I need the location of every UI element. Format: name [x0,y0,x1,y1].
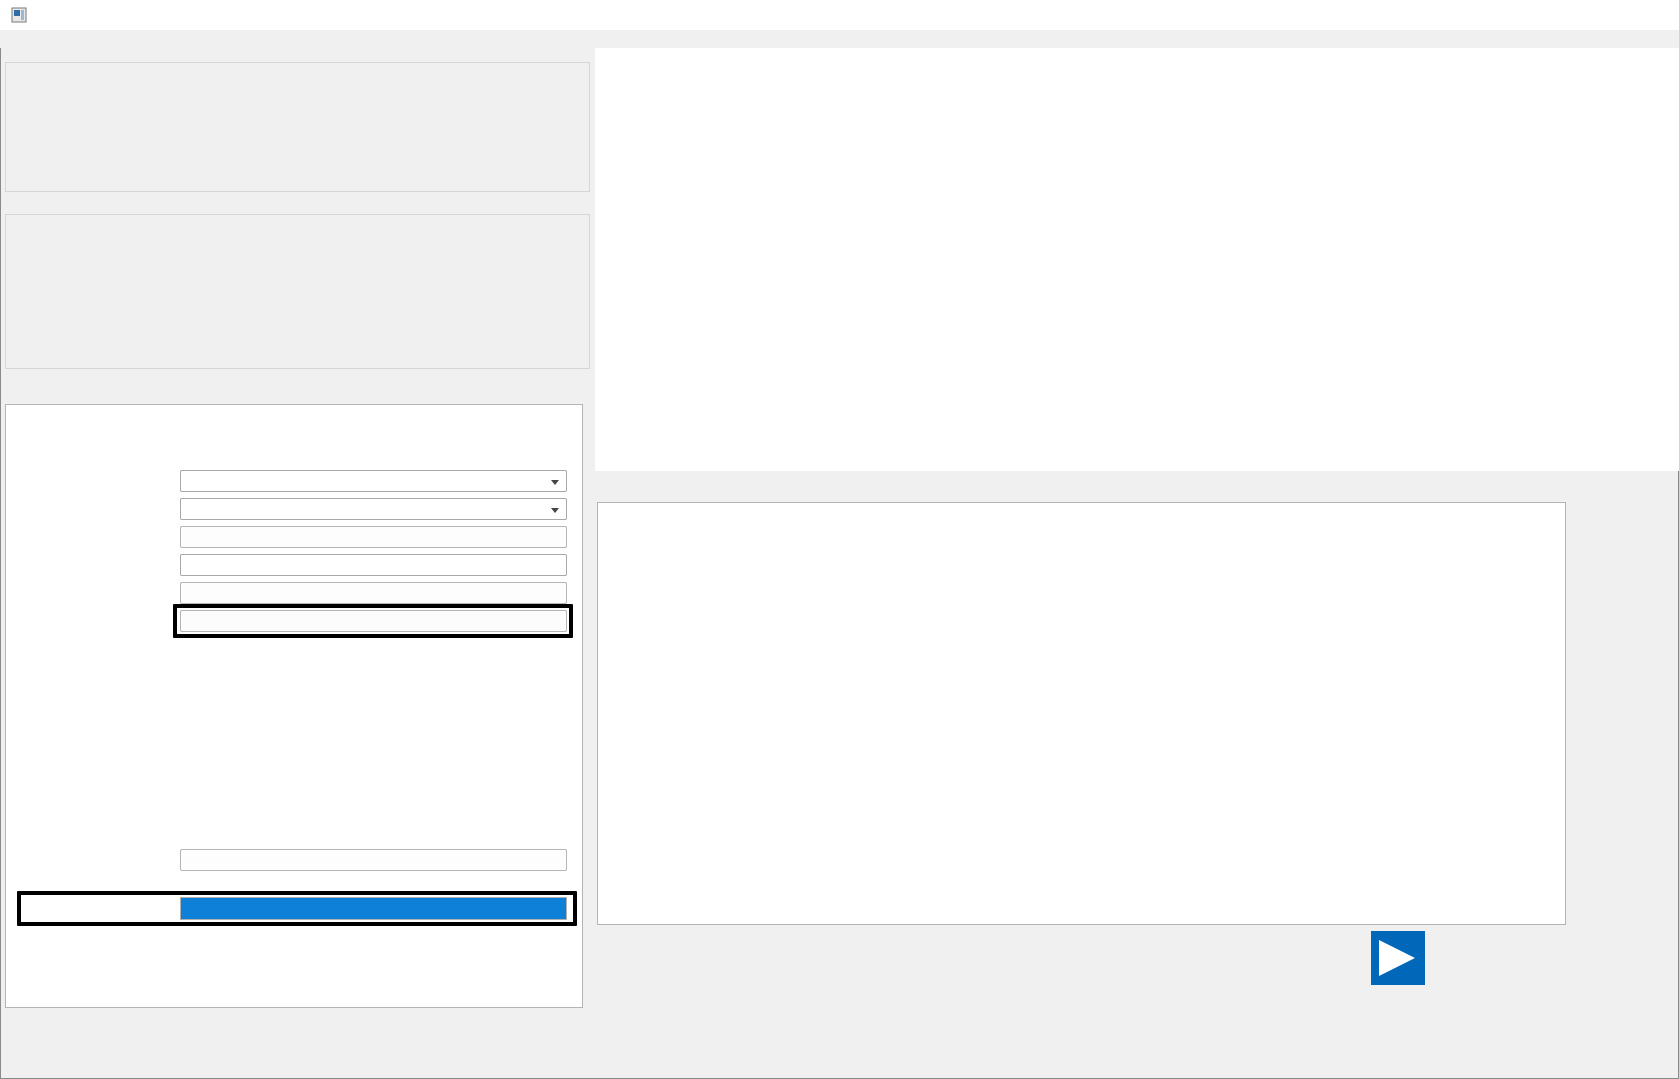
maximize-button[interactable] [1587,0,1633,30]
gmp-order-slider[interactable] [180,745,567,761]
coeff-count-slider[interactable] [180,686,567,702]
menubar [0,30,1679,48]
chevron-down-icon [551,508,559,513]
chevron-down-icon [551,480,559,485]
analog-devices-logo [1371,931,1567,991]
app-window [0,0,1679,1079]
titlebar [0,0,1679,30]
pa-response-plots-canvas [598,503,1565,924]
generate-feature-filter-button[interactable] [180,526,567,548]
group-pa-response [5,214,590,369]
app-icon [11,7,27,23]
block-diagram [595,48,1679,471]
adi-logo-icon [1371,931,1425,985]
group-data-import-export [5,62,590,192]
model-sweep-progressbar [180,897,567,920]
model-lib-browse-button[interactable] [180,582,567,604]
sort-dpd-models-button[interactable] [180,610,567,632]
close-button[interactable] [1633,0,1679,30]
feature-bw-select[interactable] [180,498,567,520]
minimize-button[interactable] [1541,0,1587,30]
generate-dpd-models-button[interactable] [180,849,567,871]
plot-panel [597,502,1566,925]
actuator-rate-select[interactable] [180,470,567,492]
progressbar-fill [181,898,566,919]
model-lib-path-input[interactable] [180,554,567,576]
ddr-order-slider[interactable] [180,805,567,821]
